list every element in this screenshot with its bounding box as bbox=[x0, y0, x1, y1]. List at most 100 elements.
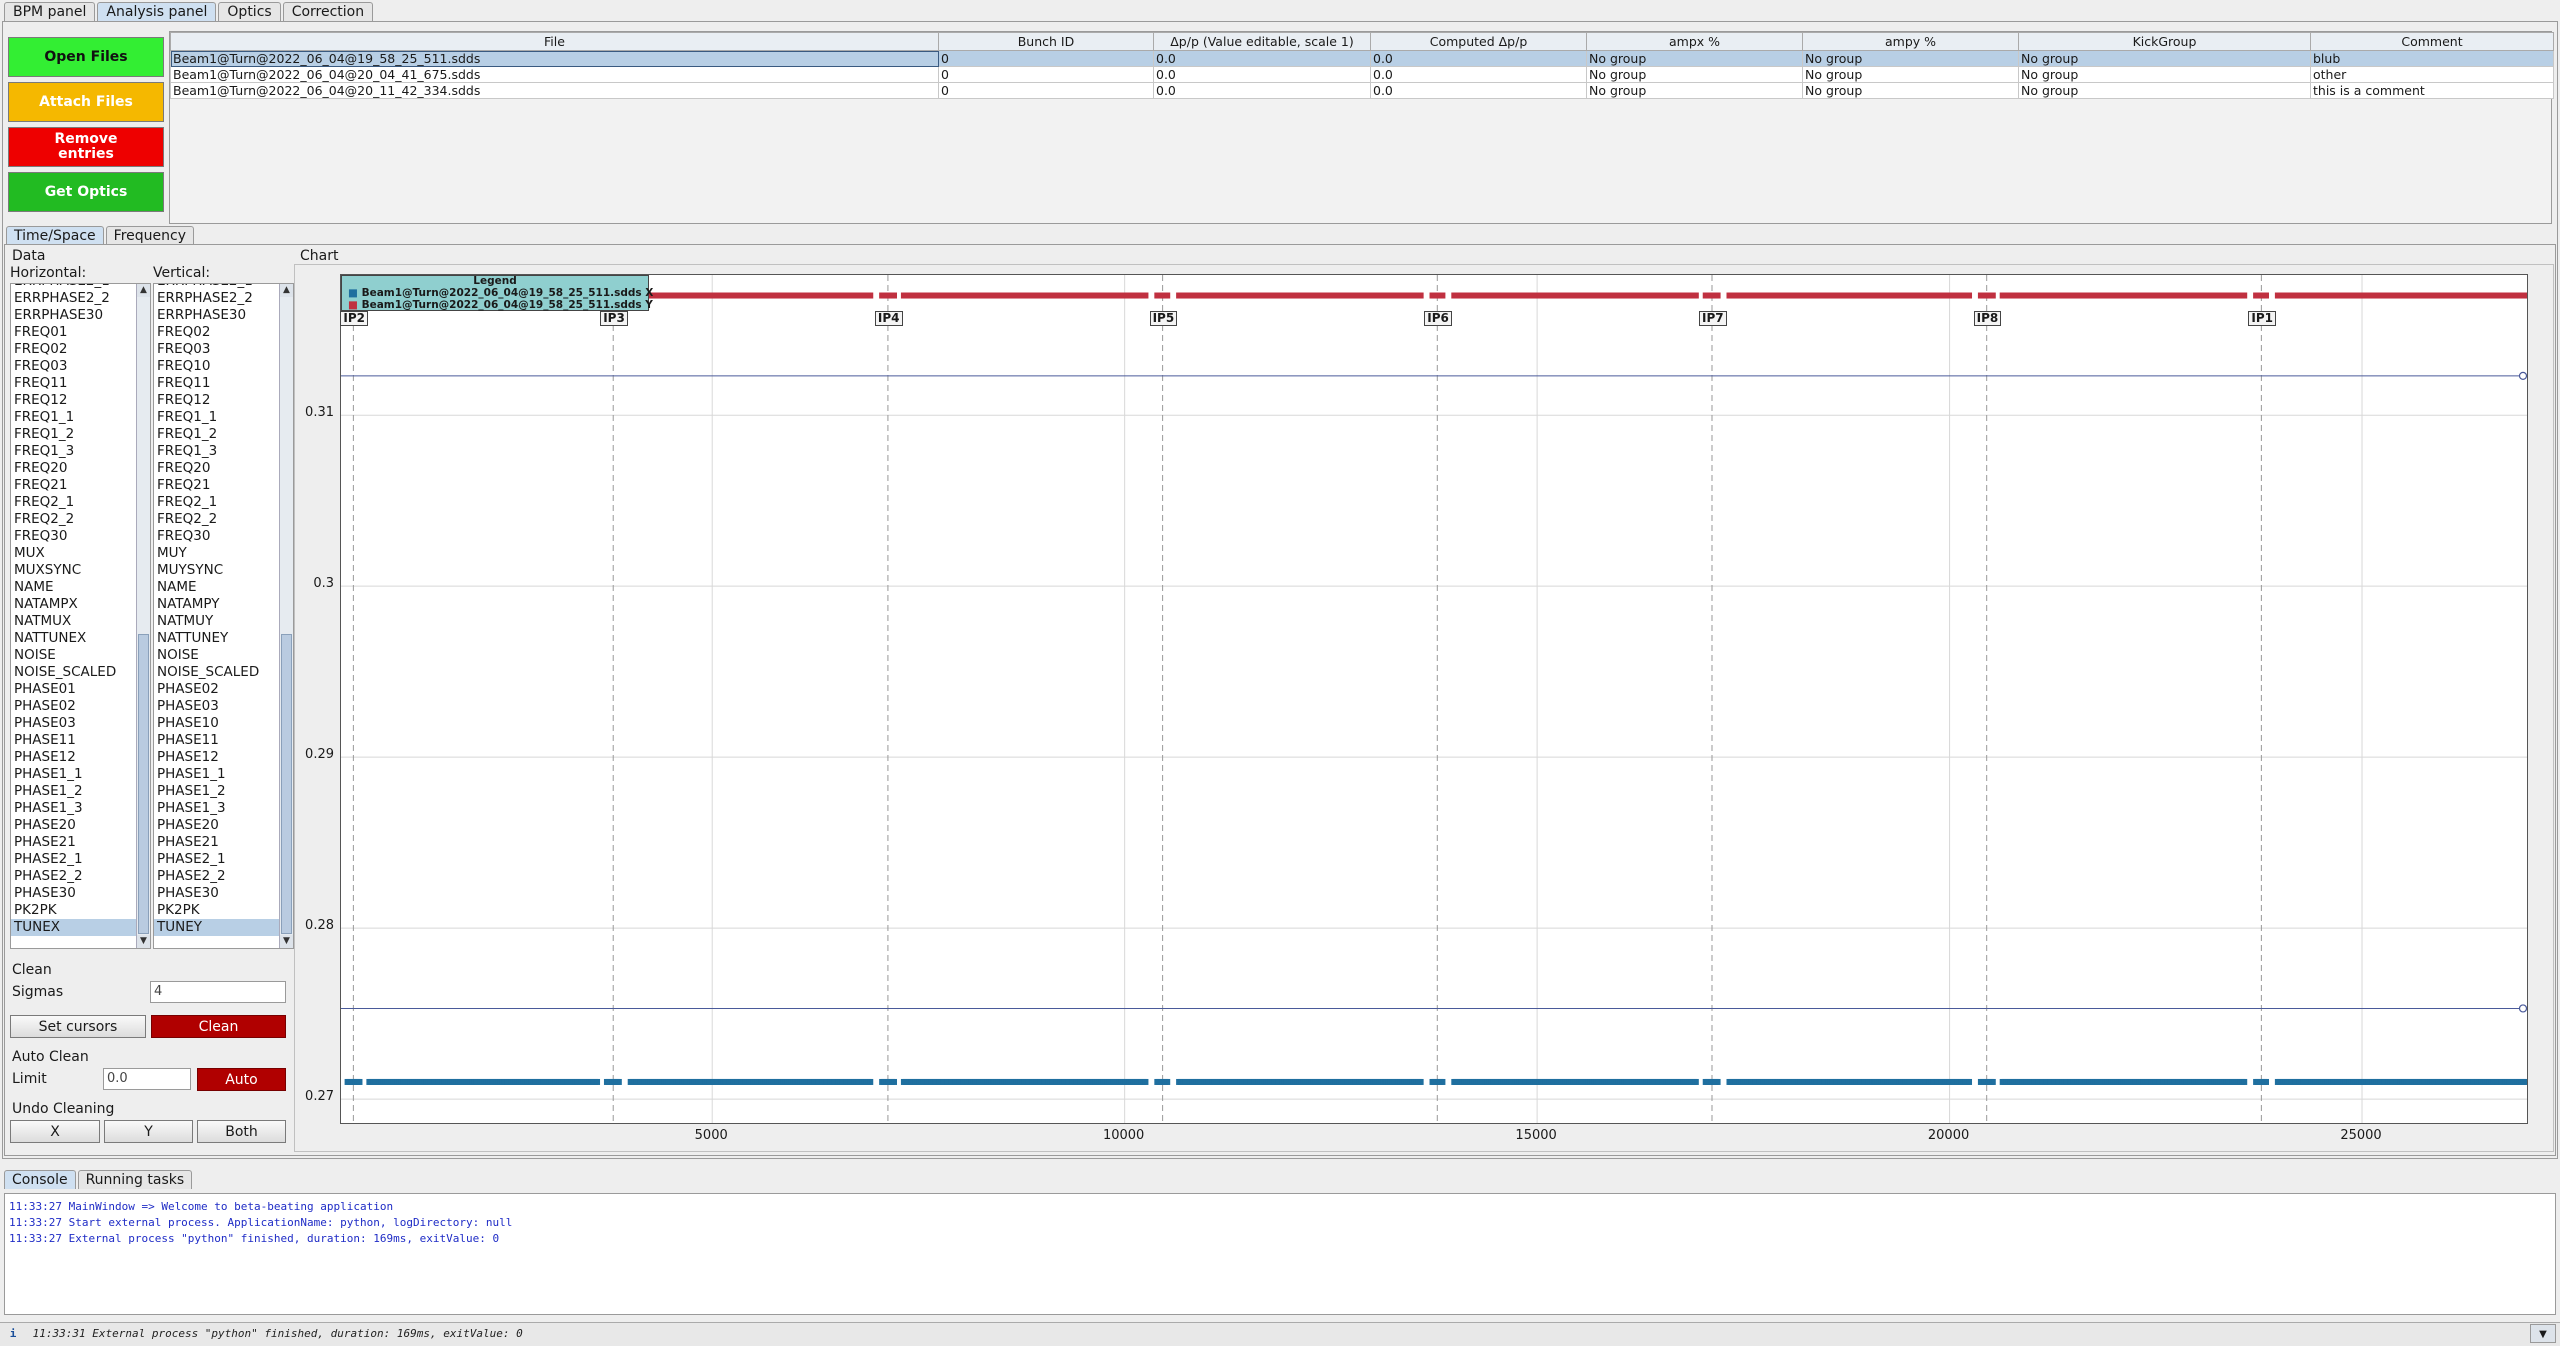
legend-entry[interactable]: ■ Beam1@Turn@2022_06_04@19_58_25_511.sdd… bbox=[342, 287, 653, 299]
list-item[interactable]: PHASE1_2 bbox=[154, 783, 280, 800]
table-cell[interactable]: 0.0 bbox=[1153, 50, 1371, 67]
set-cursors-button[interactable]: Set cursors bbox=[10, 1015, 146, 1038]
scroll-down-icon[interactable]: ▼ bbox=[137, 935, 150, 948]
undo-y-button[interactable]: Y bbox=[104, 1120, 193, 1143]
list-item[interactable]: PHASE01 bbox=[11, 681, 137, 698]
table-cell[interactable]: No group bbox=[1586, 66, 1803, 83]
table-cell[interactable]: 0.0 bbox=[1370, 50, 1587, 67]
remove-entries-button[interactable]: Remove entries bbox=[8, 127, 164, 167]
list-item[interactable]: FREQ21 bbox=[154, 477, 280, 494]
table-cell[interactable]: 0.0 bbox=[1370, 66, 1587, 83]
table-row[interactable]: Beam1@Turn@2022_06_04@19_58_25_511.sdds … bbox=[170, 50, 2554, 67]
column-header[interactable]: ampy % bbox=[1802, 32, 2019, 51]
column-header[interactable]: File bbox=[170, 32, 939, 51]
list-item[interactable]: ERRPHASE2_1 bbox=[11, 284, 137, 290]
list-item[interactable]: ERRPHASE2_2 bbox=[11, 290, 137, 307]
legend-entry[interactable]: ■ Beam1@Turn@2022_06_04@19_58_25_511.sdd… bbox=[342, 299, 653, 311]
list-item[interactable]: FREQ1_3 bbox=[154, 443, 280, 460]
list-item[interactable]: MUY bbox=[154, 545, 280, 562]
table-cell[interactable]: Beam1@Turn@2022_06_04@20_11_42_334.sdds bbox=[170, 82, 939, 99]
list-item[interactable]: TUNEY bbox=[154, 919, 280, 936]
vertical-data-list[interactable]: ERRPHASE2_1ERRPHASE2_2ERRPHASE30FREQ02FR… bbox=[153, 283, 294, 949]
scroll-down-icon[interactable]: ▼ bbox=[280, 935, 293, 948]
list-item[interactable]: FREQ02 bbox=[11, 341, 137, 358]
list-item[interactable]: FREQ11 bbox=[11, 375, 137, 392]
table-cell[interactable]: 0.0 bbox=[1370, 82, 1587, 99]
list-item[interactable]: FREQ2_1 bbox=[154, 494, 280, 511]
list-item[interactable]: FREQ2_1 bbox=[11, 494, 137, 511]
list-item[interactable]: PHASE20 bbox=[154, 817, 280, 834]
list-item[interactable]: FREQ2_2 bbox=[154, 511, 280, 528]
list-item[interactable]: PHASE12 bbox=[11, 749, 137, 766]
table-cell[interactable]: 0 bbox=[938, 50, 1154, 67]
list-item[interactable]: PK2PK bbox=[11, 902, 137, 919]
list-item[interactable]: MUXSYNC bbox=[11, 562, 137, 579]
list-item[interactable]: PHASE1_1 bbox=[154, 766, 280, 783]
list-item[interactable]: NOISE bbox=[11, 647, 137, 664]
table-cell[interactable]: 0 bbox=[938, 82, 1154, 99]
list-item[interactable]: ERRPHASE30 bbox=[11, 307, 137, 324]
status-dropdown-icon[interactable]: ▼ bbox=[2530, 1324, 2556, 1343]
list-item[interactable]: FREQ02 bbox=[154, 324, 280, 341]
chart-plot-area[interactable] bbox=[340, 274, 2528, 1124]
list-item[interactable]: FREQ10 bbox=[154, 358, 280, 375]
tab-bpm-panel[interactable]: BPM panel bbox=[4, 2, 96, 22]
attach-files-button[interactable]: Attach Files bbox=[8, 82, 164, 122]
list-item[interactable]: PHASE20 bbox=[11, 817, 137, 834]
column-header[interactable]: Comment bbox=[2310, 32, 2554, 51]
list-item[interactable]: FREQ30 bbox=[154, 528, 280, 545]
list-item[interactable]: NATTUNEY bbox=[154, 630, 280, 647]
list-item[interactable]: TUNEX bbox=[11, 919, 137, 936]
table-cell[interactable]: No group bbox=[2018, 66, 2311, 83]
list-item[interactable]: FREQ1_3 bbox=[11, 443, 137, 460]
get-optics-button[interactable]: Get Optics bbox=[8, 172, 164, 212]
list-item[interactable]: PHASE2_2 bbox=[154, 868, 280, 885]
table-cell[interactable]: 0 bbox=[938, 66, 1154, 83]
list-item[interactable]: FREQ1_1 bbox=[11, 409, 137, 426]
column-header[interactable]: Bunch ID bbox=[938, 32, 1154, 51]
horizontal-list-scrollbar[interactable]: ▲ ▼ bbox=[136, 284, 150, 948]
undo-x-button[interactable]: X bbox=[10, 1120, 100, 1143]
sigmas-input[interactable]: 4 bbox=[150, 981, 286, 1003]
table-cell[interactable]: No group bbox=[1586, 50, 1803, 67]
list-item[interactable]: FREQ2_2 bbox=[11, 511, 137, 528]
list-item[interactable]: PHASE10 bbox=[154, 715, 280, 732]
list-item[interactable]: PHASE02 bbox=[154, 681, 280, 698]
table-cell[interactable]: No group bbox=[1586, 82, 1803, 99]
table-cell[interactable]: No group bbox=[1802, 50, 2019, 67]
list-item[interactable]: FREQ03 bbox=[11, 358, 137, 375]
list-item[interactable]: PHASE1_3 bbox=[11, 800, 137, 817]
column-header[interactable]: ampx % bbox=[1586, 32, 1803, 51]
column-header[interactable]: Computed Δp/p bbox=[1370, 32, 1587, 51]
list-item[interactable]: FREQ03 bbox=[154, 341, 280, 358]
list-item[interactable]: PHASE02 bbox=[11, 698, 137, 715]
tab-console[interactable]: Console bbox=[4, 1170, 76, 1189]
list-item[interactable]: PHASE12 bbox=[154, 749, 280, 766]
list-item[interactable]: NATMUY bbox=[154, 613, 280, 630]
list-item[interactable]: PHASE03 bbox=[154, 698, 280, 715]
list-item[interactable]: PHASE1_3 bbox=[154, 800, 280, 817]
open-files-button[interactable]: Open Files bbox=[8, 37, 164, 77]
list-item[interactable]: PHASE30 bbox=[11, 885, 137, 902]
list-item[interactable]: PK2PK bbox=[154, 902, 280, 919]
limit-input[interactable]: 0.0 bbox=[103, 1068, 191, 1090]
table-cell[interactable]: 0.0 bbox=[1153, 66, 1371, 83]
list-item[interactable]: MUX bbox=[11, 545, 137, 562]
table-row[interactable]: Beam1@Turn@2022_06_04@20_11_42_334.sdds … bbox=[170, 82, 2554, 99]
tab-running-tasks[interactable]: Running tasks bbox=[77, 1170, 193, 1189]
list-item[interactable]: PHASE30 bbox=[154, 885, 280, 902]
table-cell[interactable]: blub bbox=[2310, 50, 2554, 67]
auto-clean-button[interactable]: Auto bbox=[197, 1068, 286, 1091]
list-item[interactable]: FREQ20 bbox=[11, 460, 137, 477]
list-item[interactable]: ERRPHASE30 bbox=[154, 307, 280, 324]
scroll-thumb[interactable] bbox=[138, 634, 149, 934]
list-item[interactable]: FREQ12 bbox=[154, 392, 280, 409]
tab-correction[interactable]: Correction bbox=[282, 2, 374, 22]
table-cell[interactable]: No group bbox=[1802, 66, 2019, 83]
list-item[interactable]: NAME bbox=[11, 579, 137, 596]
list-item[interactable]: PHASE03 bbox=[11, 715, 137, 732]
list-item[interactable]: NATAMPY bbox=[154, 596, 280, 613]
scroll-up-icon[interactable]: ▲ bbox=[280, 284, 293, 297]
list-item[interactable]: PHASE2_2 bbox=[11, 868, 137, 885]
list-item[interactable]: ERRPHASE2_1 bbox=[154, 284, 280, 290]
